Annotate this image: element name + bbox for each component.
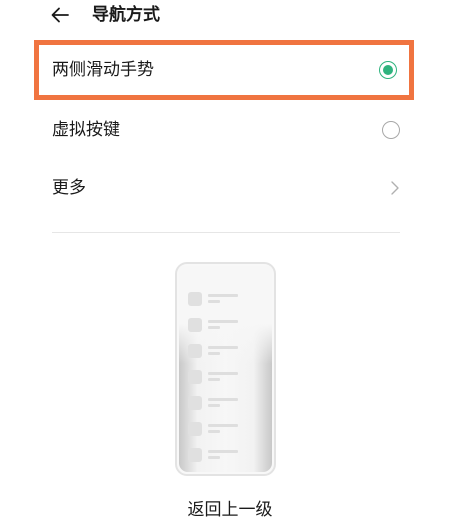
- mock-list-item: [188, 396, 268, 412]
- chevron-right-icon: [391, 181, 399, 195]
- back-arrow-icon[interactable]: [50, 5, 70, 25]
- mock-list-item: [188, 370, 268, 386]
- option-label: 虚拟按键: [52, 120, 120, 140]
- phone-screen: [179, 266, 272, 472]
- mock-list-item: [188, 344, 268, 360]
- more-label: 更多: [52, 178, 86, 198]
- header: 导航方式: [0, 0, 460, 34]
- page-title: 导航方式: [92, 5, 160, 25]
- radio-selected-icon[interactable]: [379, 61, 397, 79]
- more-row[interactable]: 更多: [34, 158, 414, 218]
- option-virtual-keys[interactable]: 虚拟按键: [34, 100, 414, 160]
- mock-list-item: [188, 318, 268, 334]
- option-two-side-swipe-gesture[interactable]: 两侧滑动手势: [34, 40, 414, 100]
- option-label: 两侧滑动手势: [52, 60, 154, 80]
- mock-list-item: [188, 448, 268, 464]
- radio-unselected-icon[interactable]: [382, 121, 400, 139]
- phone-illustration: [175, 262, 276, 476]
- mock-list-item: [188, 292, 268, 308]
- divider: [52, 232, 400, 233]
- mock-list-item: [188, 422, 268, 438]
- illustration-caption: 返回上一级: [187, 500, 273, 520]
